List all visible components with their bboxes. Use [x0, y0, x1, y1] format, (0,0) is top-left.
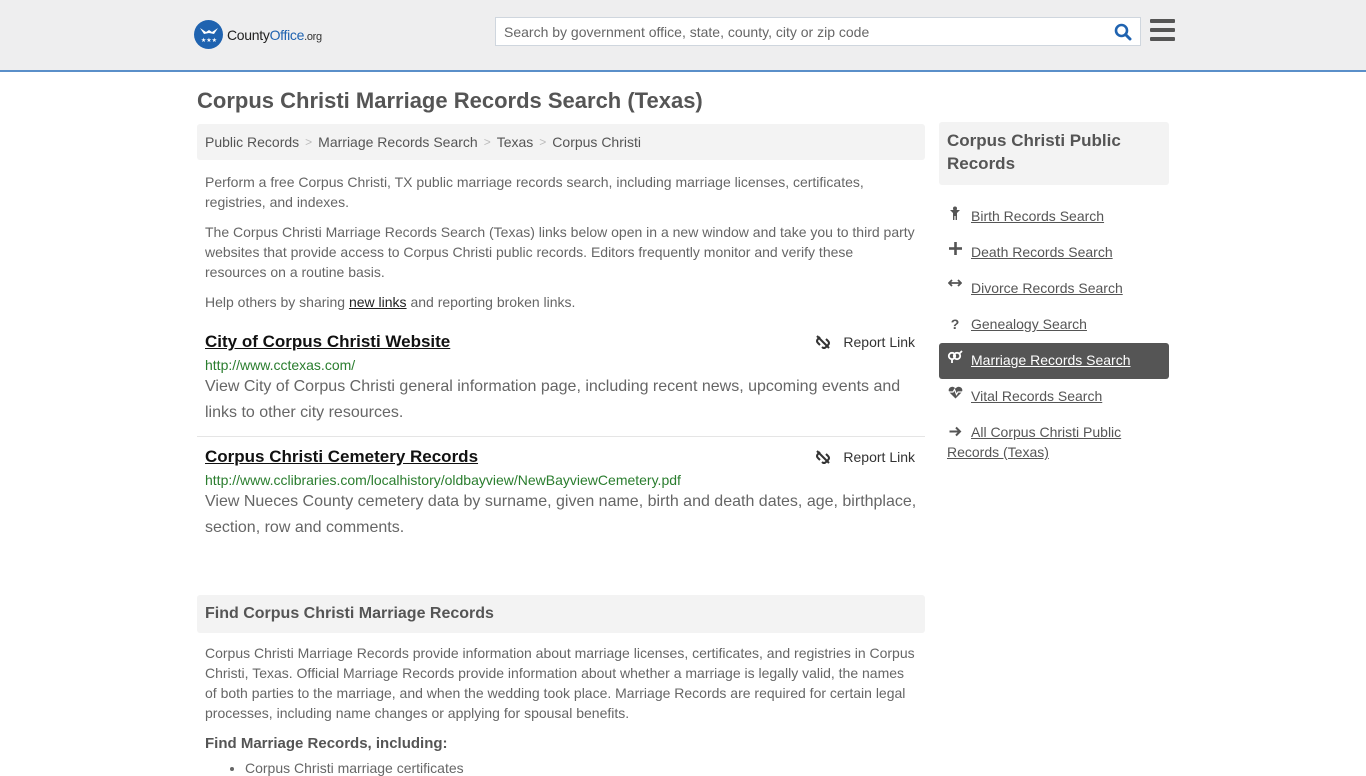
new-links-link[interactable]: new links [349, 294, 407, 310]
svg-text:★★★: ★★★ [200, 37, 216, 44]
logo-text: CountyOffice.org [227, 26, 322, 43]
intersex-icon [947, 350, 963, 364]
arrows-horizontal-icon [947, 278, 963, 288]
result-item: Corpus Christi Cemetery Records Report L… [197, 437, 925, 551]
intro-paragraph: Perform a free Corpus Christi, TX public… [205, 174, 864, 210]
share-paragraph: Help others by sharing new links and rep… [205, 294, 576, 310]
search-input[interactable] [496, 18, 1106, 45]
site-logo[interactable]: ★★★ CountyOffice.org [194, 20, 322, 49]
sidebar-item-marriage-records[interactable]: Marriage Records Search [939, 343, 1169, 379]
find-section-heading: Find Corpus Christi Marriage Records [197, 595, 925, 633]
sidebar-list: Birth Records Search Death Records Searc… [939, 199, 1169, 469]
find-section-subheading: Find Marriage Records, including: [205, 735, 448, 752]
result-title-link[interactable]: City of Corpus Christi Website [205, 332, 450, 352]
eagle-logo-icon: ★★★ [194, 20, 223, 49]
plus-icon [947, 242, 963, 255]
search-bar [495, 17, 1141, 46]
sidebar-item-death-records[interactable]: Death Records Search [939, 235, 1169, 271]
breadcrumb-separator: > [483, 135, 491, 149]
question-icon: ? [950, 316, 960, 332]
sidebar-item-vital-records[interactable]: Vital Records Search [939, 379, 1169, 415]
sidebar-item-divorce-records[interactable]: Divorce Records Search [939, 271, 1169, 307]
disclaimer-paragraph: The Corpus Christi Marriage Records Sear… [205, 224, 915, 280]
breadcrumb-separator: > [305, 135, 313, 149]
result-url[interactable]: http://www.cctexas.com/ [205, 357, 917, 373]
search-icon [1114, 23, 1132, 40]
sidebar: Corpus Christi Public Records Birth Reco… [939, 122, 1169, 469]
site-header: ★★★ CountyOffice.org [0, 0, 1366, 72]
breadcrumb: Public Records > Marriage Records Search… [197, 124, 925, 160]
result-item: City of Corpus Christi Website Report Li… [197, 326, 925, 437]
breadcrumb-public-records[interactable]: Public Records [205, 134, 299, 150]
report-link-button[interactable]: Report Link [815, 334, 915, 350]
page-title: Corpus Christi Marriage Records Search (… [197, 88, 703, 113]
breadcrumb-current: Corpus Christi [552, 134, 641, 150]
arrow-right-icon [947, 426, 963, 437]
hamburger-menu-icon[interactable] [1150, 19, 1175, 41]
sidebar-item-all-public-records[interactable]: All Corpus Christi Public Records (Texas… [939, 415, 1169, 469]
child-icon [947, 206, 963, 221]
result-description: View City of Corpus Christi general info… [205, 378, 901, 421]
find-section-body: Corpus Christi Marriage Records provide … [205, 645, 915, 721]
list-item: Corpus Christi marriage certificates [245, 760, 925, 776]
report-link-button[interactable]: Report Link [815, 449, 915, 465]
main-content: Public Records > Marriage Records Search… [197, 124, 925, 776]
sidebar-item-birth-records[interactable]: Birth Records Search [939, 199, 1169, 235]
result-url[interactable]: http://www.cclibraries.com/localhistory/… [205, 472, 917, 488]
result-title-link[interactable]: Corpus Christi Cemetery Records [205, 447, 478, 467]
search-button[interactable] [1106, 18, 1140, 45]
broken-link-icon [816, 450, 831, 464]
breadcrumb-separator: > [539, 135, 547, 149]
broken-link-icon [816, 335, 831, 349]
sidebar-heading: Corpus Christi Public Records [939, 122, 1169, 185]
find-records-list: Corpus Christi marriage certificates [197, 760, 925, 776]
sidebar-item-genealogy[interactable]: ? Genealogy Search [939, 307, 1169, 343]
breadcrumb-texas[interactable]: Texas [497, 134, 534, 150]
result-description: View Nueces County cemetery data by surn… [205, 493, 917, 536]
breadcrumb-marriage-records[interactable]: Marriage Records Search [318, 134, 478, 150]
heartbeat-icon [947, 386, 963, 399]
